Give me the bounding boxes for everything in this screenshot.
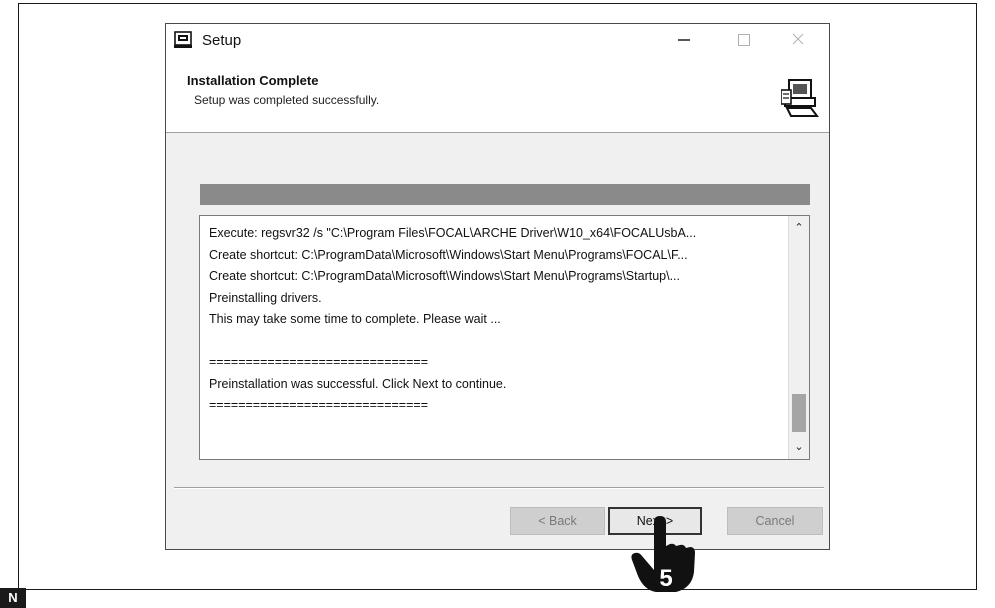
close-icon — [792, 33, 804, 45]
log-line: Create shortcut: C:\ProgramData\Microsof… — [209, 247, 688, 262]
log-line: ============================== — [209, 355, 428, 369]
log-line: Create shortcut: C:\ProgramData\Microsof… — [209, 269, 680, 283]
setup-dialog: Setup Installation Complete Setup was co… — [165, 23, 830, 550]
log-line: Preinstalling drivers. — [209, 290, 322, 305]
header-title: Installation Complete — [187, 73, 319, 88]
title-bar: Setup — [166, 24, 829, 56]
log-lines: Execute: regsvr32 /s "C:\Program Files\F… — [209, 223, 784, 417]
log-line: This may take some time to complete. Ple… — [209, 312, 501, 326]
back-button[interactable]: < Back — [510, 507, 605, 535]
setup-app-icon — [174, 31, 192, 48]
scroll-down-icon[interactable]: ⌄ — [789, 437, 809, 457]
minimize-button[interactable] — [662, 26, 706, 54]
cancel-button[interactable]: Cancel — [727, 507, 823, 535]
installer-computer-icon — [781, 79, 819, 117]
maximize-button[interactable] — [722, 26, 766, 54]
install-progress-bar — [200, 184, 810, 205]
window-title: Setup — [202, 32, 242, 49]
header-band: Installation Complete Setup was complete… — [166, 56, 829, 133]
pointing-hand-icon: 5 — [631, 516, 695, 592]
header-subtitle: Setup was completed successfully. — [194, 93, 380, 107]
button-divider — [174, 487, 824, 489]
corner-label: N — [0, 588, 26, 608]
scroll-up-icon[interactable]: ⌃ — [789, 218, 809, 238]
log-line: ============================== — [209, 398, 428, 412]
step-number: 5 — [659, 565, 672, 592]
log-scrollbar[interactable]: ⌃ ⌄ — [788, 216, 809, 459]
close-button[interactable] — [776, 26, 820, 54]
install-log[interactable]: Execute: regsvr32 /s "C:\Program Files\F… — [199, 215, 810, 460]
maximize-icon — [738, 34, 750, 46]
scroll-thumb[interactable] — [792, 394, 806, 432]
minimize-icon — [678, 39, 690, 41]
log-line: Preinstallation was successful. Click Ne… — [209, 376, 507, 391]
log-line: Execute: regsvr32 /s "C:\Program Files\F… — [209, 226, 697, 240]
